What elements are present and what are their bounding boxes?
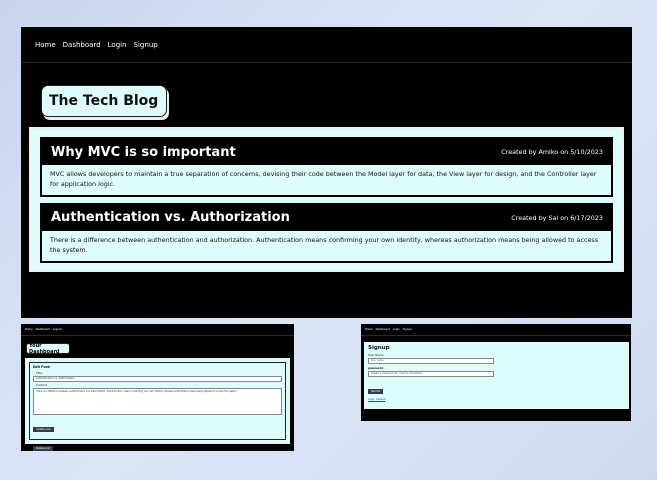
- post-title[interactable]: Authentication vs. Authorization: [51, 210, 290, 225]
- nav-home-link[interactable]: Home: [365, 328, 373, 331]
- dashboard-title: Your Dashboard: [26, 343, 70, 355]
- top-nav: Home Dashboard Login Signup: [21, 27, 632, 63]
- username-label: User Name: [368, 353, 384, 357]
- username-input[interactable]: Your name: [368, 358, 494, 364]
- nav-dashboard-link[interactable]: Dashboard: [36, 328, 50, 331]
- post-meta: Created by Amiko on 5/10/2023: [501, 148, 603, 156]
- login-instead-link[interactable]: Login instead: [368, 398, 625, 401]
- homepage-screenshot: Home Dashboard Login Signup The Tech Blo…: [21, 27, 632, 318]
- nav-logout-link[interactable]: Logout: [53, 328, 62, 331]
- nav-signup-link[interactable]: Signup: [403, 328, 412, 331]
- post-header: Why MVC is so important Created by Amiko…: [42, 139, 611, 165]
- nav-dashboard-link[interactable]: Dashboard: [63, 41, 101, 49]
- signup-screenshot: Home Dashboard Login Signup Signup User …: [361, 324, 631, 421]
- post-title[interactable]: Why MVC is so important: [51, 145, 236, 160]
- site-title-banner: The Tech Blog: [41, 85, 167, 117]
- content-label: Content: [36, 383, 48, 387]
- delete-post-button[interactable]: Delete post: [33, 446, 53, 451]
- post-meta: Created by Sal on 6/17/2023: [511, 213, 603, 222]
- signup-nav: Home Dashboard Login Signup: [361, 324, 631, 336]
- post-body: There is a difference between authentica…: [42, 230, 611, 261]
- title-label: Title: [36, 371, 42, 375]
- nav-home-link[interactable]: Home: [25, 328, 33, 331]
- post-card[interactable]: Authentication vs. Authorization Created…: [40, 202, 613, 263]
- edit-post-form: Edit Post: Title Authentication vs. Auth…: [29, 362, 286, 451]
- post-list: Why MVC is so important Created by Amiko…: [29, 127, 624, 272]
- signup-title: Signup: [368, 345, 390, 351]
- signup-form: Signup User Name Your name password Crea…: [364, 342, 629, 409]
- dashboard-screenshot: Home Dashboard Logout Your Dashboard Edi…: [21, 324, 294, 451]
- nav-signup-link[interactable]: Signup: [134, 41, 158, 49]
- password-label: password: [368, 366, 384, 370]
- nav-login-link[interactable]: Login: [108, 41, 127, 49]
- nav-login-link[interactable]: Login: [393, 328, 400, 331]
- post-body: MVC allows developers to maintain a true…: [42, 165, 611, 195]
- dashboard-nav: Home Dashboard Logout: [21, 324, 294, 336]
- site-title: The Tech Blog: [49, 93, 159, 109]
- nav-home-link[interactable]: Home: [35, 41, 56, 49]
- edit-post-heading: Edit Post:: [33, 365, 51, 369]
- update-post-button[interactable]: Update post: [33, 427, 54, 432]
- title-input[interactable]: Authentication vs. Authorization: [33, 376, 282, 382]
- edit-post-panel: Edit Post: Title Authentication vs. Auth…: [25, 358, 290, 451]
- nav-dashboard-link[interactable]: Dashboard: [376, 328, 390, 331]
- post-card[interactable]: Why MVC is so important Created by Amiko…: [40, 137, 613, 197]
- post-header: Authentication vs. Authorization Created…: [42, 204, 611, 231]
- content-textarea[interactable]: There is a difference between authentica…: [33, 388, 282, 415]
- submit-button[interactable]: Submit: [368, 389, 384, 394]
